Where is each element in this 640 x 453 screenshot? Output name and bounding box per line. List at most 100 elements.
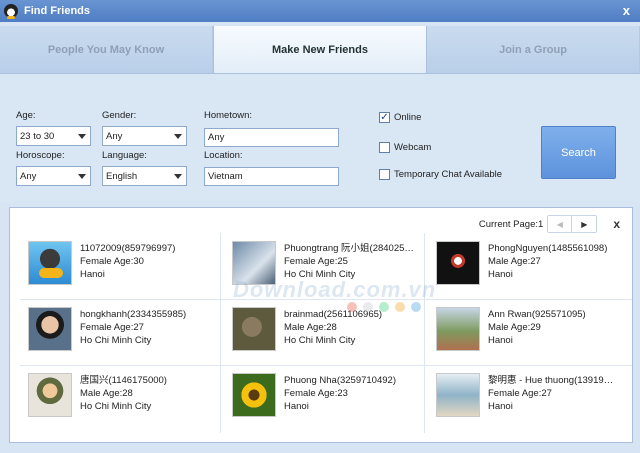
- result-details: Female Age:27: [80, 322, 144, 333]
- result-city: Ho Chi Minh City: [284, 269, 356, 280]
- result-name[interactable]: PhongNguyen(1485561098): [488, 242, 628, 255]
- search-button[interactable]: Search: [541, 126, 616, 179]
- result-card[interactable]: hongkhanh(2334355985) Female Age:27 Ho C…: [20, 299, 224, 365]
- result-city: Hanoi: [488, 269, 513, 280]
- tab-people-you-may-know[interactable]: People You May Know: [0, 26, 213, 73]
- result-city: Ho Chi Minh City: [80, 401, 152, 412]
- checkbox-box: [379, 142, 390, 153]
- result-name[interactable]: brainmad(2561106965): [284, 308, 424, 321]
- avatar[interactable]: [436, 241, 480, 285]
- webcam-checkbox[interactable]: Webcam: [379, 142, 431, 153]
- result-name[interactable]: 11072009(859796997): [80, 242, 220, 255]
- online-checkbox[interactable]: ✓ Online: [379, 112, 421, 123]
- close-window-icon[interactable]: x: [623, 3, 630, 18]
- current-page-number: 1: [538, 218, 544, 230]
- current-page-label: Current Page:: [478, 218, 539, 230]
- result-name[interactable]: Phuongtrang 阮小姐(284025…: [284, 242, 424, 255]
- title-bar: Find Friends x: [0, 0, 640, 22]
- result-details: Female Age:27: [488, 388, 552, 399]
- result-card[interactable]: brainmad(2561106965) Male Age:28 Ho Chi …: [224, 299, 428, 365]
- result-details: Female Age:30: [80, 256, 144, 267]
- close-results-icon[interactable]: x: [613, 217, 620, 231]
- location-label: Location:: [204, 150, 243, 161]
- tab-bar: People You May Know Make New Friends Joi…: [0, 26, 640, 74]
- result-card[interactable]: 唐国兴(1146175000) Male Age:28 Ho Chi Minh …: [20, 365, 224, 431]
- avatar[interactable]: [28, 373, 72, 417]
- results-panel: Current Page: 1 ◀ ▶ x 11072009(859796997…: [9, 207, 633, 443]
- result-card[interactable]: 11072009(859796997) Female Age:30 Hanoi: [20, 233, 224, 299]
- result-city: Hanoi: [80, 269, 105, 280]
- result-name[interactable]: Phuong Nha(3259710492): [284, 374, 424, 387]
- window-title: Find Friends: [24, 5, 90, 17]
- pager: Current Page: 1 ◀ ▶ x: [479, 215, 620, 233]
- temporary-chat-label: Temporary Chat Available: [394, 169, 503, 180]
- result-info: Ann Rwan(925571095) Male Age:29 Hanoi: [488, 308, 628, 347]
- chevron-down-icon: [174, 134, 182, 139]
- result-info: 11072009(859796997) Female Age:30 Hanoi: [80, 242, 220, 281]
- result-city: Ho Chi Minh City: [284, 335, 356, 346]
- avatar[interactable]: [232, 307, 276, 351]
- result-card[interactable]: Ann Rwan(925571095) Male Age:29 Hanoi: [428, 299, 632, 365]
- result-city: Hanoi: [284, 401, 309, 412]
- check-icon: ✓: [379, 112, 390, 123]
- prev-page-icon[interactable]: ◀: [548, 216, 573, 232]
- result-details: Male Age:28: [284, 322, 337, 333]
- result-info: Phuongtrang 阮小姐(284025… Female Age:25 Ho…: [284, 242, 424, 281]
- chevron-down-icon: [174, 174, 182, 179]
- age-value: 23 to 30: [20, 130, 55, 142]
- result-card[interactable]: Phuong Nha(3259710492) Female Age:23 Han…: [224, 365, 428, 431]
- tab-join-a-group[interactable]: Join a Group: [427, 26, 640, 73]
- result-card[interactable]: 黎明惠 - Hue thuong(13919… Female Age:27 Ha…: [428, 365, 632, 431]
- page-nav: ◀ ▶: [547, 215, 598, 233]
- result-name[interactable]: Ann Rwan(925571095): [488, 308, 628, 321]
- next-page-icon[interactable]: ▶: [572, 216, 596, 232]
- hometown-label: Hometown:: [204, 110, 253, 121]
- result-info: hongkhanh(2334355985) Female Age:27 Ho C…: [80, 308, 220, 347]
- result-name[interactable]: 黎明惠 - Hue thuong(13919…: [488, 374, 628, 387]
- online-label: Online: [394, 112, 422, 123]
- avatar[interactable]: [232, 373, 276, 417]
- gender-select[interactable]: Any: [102, 126, 187, 146]
- result-details: Male Age:27: [488, 256, 541, 267]
- horoscope-value: Any: [20, 170, 37, 182]
- age-label: Age:: [16, 110, 36, 121]
- location-input[interactable]: [204, 167, 339, 186]
- avatar[interactable]: [436, 373, 480, 417]
- results-grid: 11072009(859796997) Female Age:30 Hanoi …: [20, 233, 632, 433]
- avatar[interactable]: [232, 241, 276, 285]
- search-form: Age: 23 to 30 Gender: Any Hometown: Horo…: [0, 74, 640, 202]
- gender-value: Any: [106, 130, 123, 142]
- result-info: Phuong Nha(3259710492) Female Age:23 Han…: [284, 374, 424, 413]
- result-details: Female Age:25: [284, 256, 348, 267]
- chevron-down-icon: [78, 134, 86, 139]
- tab-make-new-friends[interactable]: Make New Friends: [213, 26, 427, 73]
- language-label: Language:: [102, 150, 147, 161]
- hometown-input[interactable]: [204, 128, 339, 147]
- age-select[interactable]: 23 to 30: [16, 126, 91, 146]
- checkbox-box: [379, 169, 390, 180]
- result-city: Ho Chi Minh City: [80, 335, 152, 346]
- result-card[interactable]: Phuongtrang 阮小姐(284025… Female Age:25 Ho…: [224, 233, 428, 299]
- result-details: Male Age:28: [80, 388, 133, 399]
- horoscope-select[interactable]: Any: [16, 166, 91, 186]
- chevron-down-icon: [78, 174, 86, 179]
- language-select[interactable]: English: [102, 166, 187, 186]
- result-card[interactable]: PhongNguyen(1485561098) Male Age:27 Hano…: [428, 233, 632, 299]
- horoscope-label: Horoscope:: [16, 150, 65, 161]
- result-name[interactable]: hongkhanh(2334355985): [80, 308, 220, 321]
- result-details: Female Age:23: [284, 388, 348, 399]
- result-details: Male Age:29: [488, 322, 541, 333]
- avatar[interactable]: [28, 307, 72, 351]
- language-value: English: [106, 170, 138, 182]
- result-city: Hanoi: [488, 335, 513, 346]
- result-info: 唐国兴(1146175000) Male Age:28 Ho Chi Minh …: [80, 374, 220, 413]
- qq-penguin-icon: [4, 4, 18, 19]
- temporary-chat-checkbox[interactable]: Temporary Chat Available: [379, 169, 502, 180]
- result-city: Hanoi: [488, 401, 513, 412]
- result-info: brainmad(2561106965) Male Age:28 Ho Chi …: [284, 308, 424, 347]
- webcam-label: Webcam: [394, 142, 432, 153]
- result-info: PhongNguyen(1485561098) Male Age:27 Hano…: [488, 242, 628, 281]
- avatar[interactable]: [28, 241, 72, 285]
- avatar[interactable]: [436, 307, 480, 351]
- result-name[interactable]: 唐国兴(1146175000): [80, 374, 220, 387]
